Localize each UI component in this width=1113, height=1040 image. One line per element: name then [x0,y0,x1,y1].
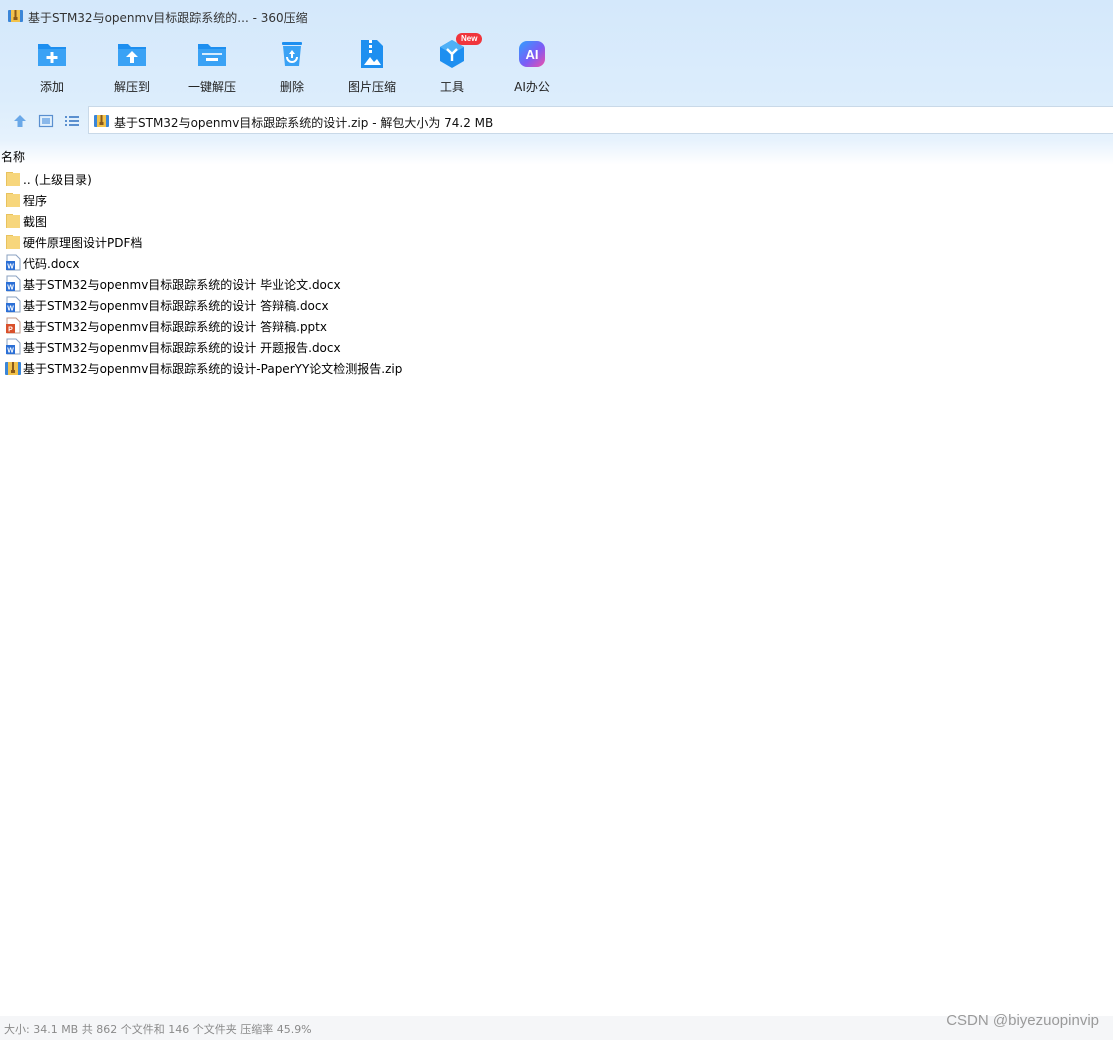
list-item[interactable]: W 基于STM32与openmv目标跟踪系统的设计 开题报告.docx [0,336,1113,357]
list-view-icon[interactable] [64,113,80,129]
powerpoint-document-icon: P [6,317,21,334]
word-document-icon: W [6,338,21,355]
svg-text:W: W [7,348,14,355]
window-title: 基于STM32与openmv目标跟踪系统的... - 360压缩 [28,11,308,25]
svg-text:P: P [8,327,13,334]
list-item[interactable]: 基于STM32与openmv目标跟踪系统的设计-PaperYY论文检测报告.zi… [0,357,1113,378]
add-folder-icon [38,44,66,66]
zip-archive-icon [94,115,109,127]
list-item[interactable]: W 基于STM32与openmv目标跟踪系统的设计 毕业论文.docx [0,273,1113,294]
file-list: .. (上级目录) 程序 截图 硬件原理图设计PDF档 W 代码.docx W … [0,168,1113,378]
recycle-bin-icon [282,42,302,66]
file-name: 基于STM32与openmv目标跟踪系统的设计 答辩稿.docx [23,299,329,313]
ai-office-icon: AI [519,41,545,67]
svg-text:W: W [7,285,14,292]
list-item[interactable]: .. (上级目录) [0,168,1113,189]
toolbar: 添加 解压到 一键解压 删除 图片压缩 New 工具 AI AI办公 [0,33,1113,100]
extract-folder-icon [118,44,146,66]
ai-icon-text: AI [526,47,539,62]
folder-icon [6,172,20,186]
column-header-name[interactable]: 名称 [1,148,25,165]
thumbnail-view-icon[interactable] [38,113,54,129]
zip-archive-icon [8,10,23,22]
word-document-icon: W [6,254,21,271]
new-badge: New [456,33,483,45]
address-row: 基于STM32与openmv目标跟踪系统的设计.zip - 解包大小为 74.2… [0,106,1113,136]
file-name: 基于STM32与openmv目标跟踪系统的设计 毕业论文.docx [23,278,341,292]
list-item[interactable]: W 代码.docx [0,252,1113,273]
image-zip-icon [361,40,383,68]
one-click-extract-label: 一键解压 [187,80,236,94]
watermark-text: CSDN @biyezuopinvip [946,1012,1099,1029]
file-name: 基于STM32与openmv目标跟踪系统的设计 答辩稿.pptx [23,320,327,334]
add-button[interactable]: 添加 [12,36,92,98]
file-name: 代码.docx [23,257,80,271]
extract-to-button[interactable]: 解压到 [92,36,172,98]
one-click-extract-button[interactable]: 一键解压 [172,36,252,98]
file-name: 截图 [23,215,48,229]
address-path: 基于STM32与openmv目标跟踪系统的设计.zip - 解包大小为 74.2… [114,116,494,130]
word-document-icon: W [6,275,21,292]
title-bar: 基于STM32与openmv目标跟踪系统的... - 360压缩 [0,0,1113,32]
tools-label: 工具 [439,80,464,94]
list-item[interactable]: 截图 [0,210,1113,231]
svg-text:W: W [7,264,14,271]
list-item[interactable]: P 基于STM32与openmv目标跟踪系统的设计 答辩稿.pptx [0,315,1113,336]
list-item[interactable]: W 基于STM32与openmv目标跟踪系统的设计 答辩稿.docx [0,294,1113,315]
up-arrow-icon[interactable] [12,113,28,129]
list-item[interactable]: 硬件原理图设计PDF档 [0,231,1113,252]
file-name: 程序 [23,194,48,208]
tools-button[interactable]: New 工具 [412,33,492,98]
file-name: 基于STM32与openmv目标跟踪系统的设计 开题报告.docx [23,341,341,355]
file-name: 基于STM32与openmv目标跟踪系统的设计-PaperYY论文检测报告.zi… [23,362,403,376]
ai-office-button[interactable]: AI AI办公 [492,36,572,98]
one-click-extract-icon [198,44,226,66]
add-label: 添加 [39,80,64,94]
extract-to-label: 解压到 [113,80,150,94]
delete-button[interactable]: 删除 [252,36,332,98]
folder-icon [6,193,20,207]
list-item[interactable]: 程序 [0,189,1113,210]
folder-icon [6,214,20,228]
delete-label: 删除 [279,80,304,94]
file-name: 硬件原理图设计PDF档 [23,236,143,250]
word-document-icon: W [6,296,21,313]
status-text: 大小: 34.1 MB 共 862 个文件和 146 个文件夹 压缩率 45.9… [4,1023,312,1036]
zip-archive-icon [5,362,21,375]
file-name: .. (上级目录) [23,173,92,187]
address-bar[interactable]: 基于STM32与openmv目标跟踪系统的设计.zip - 解包大小为 74.2… [88,106,1113,134]
ai-office-label: AI办公 [514,80,550,94]
image-compress-button[interactable]: 图片压缩 [332,36,412,98]
image-compress-label: 图片压缩 [347,80,396,94]
folder-icon [6,235,20,249]
svg-text:W: W [7,306,14,313]
